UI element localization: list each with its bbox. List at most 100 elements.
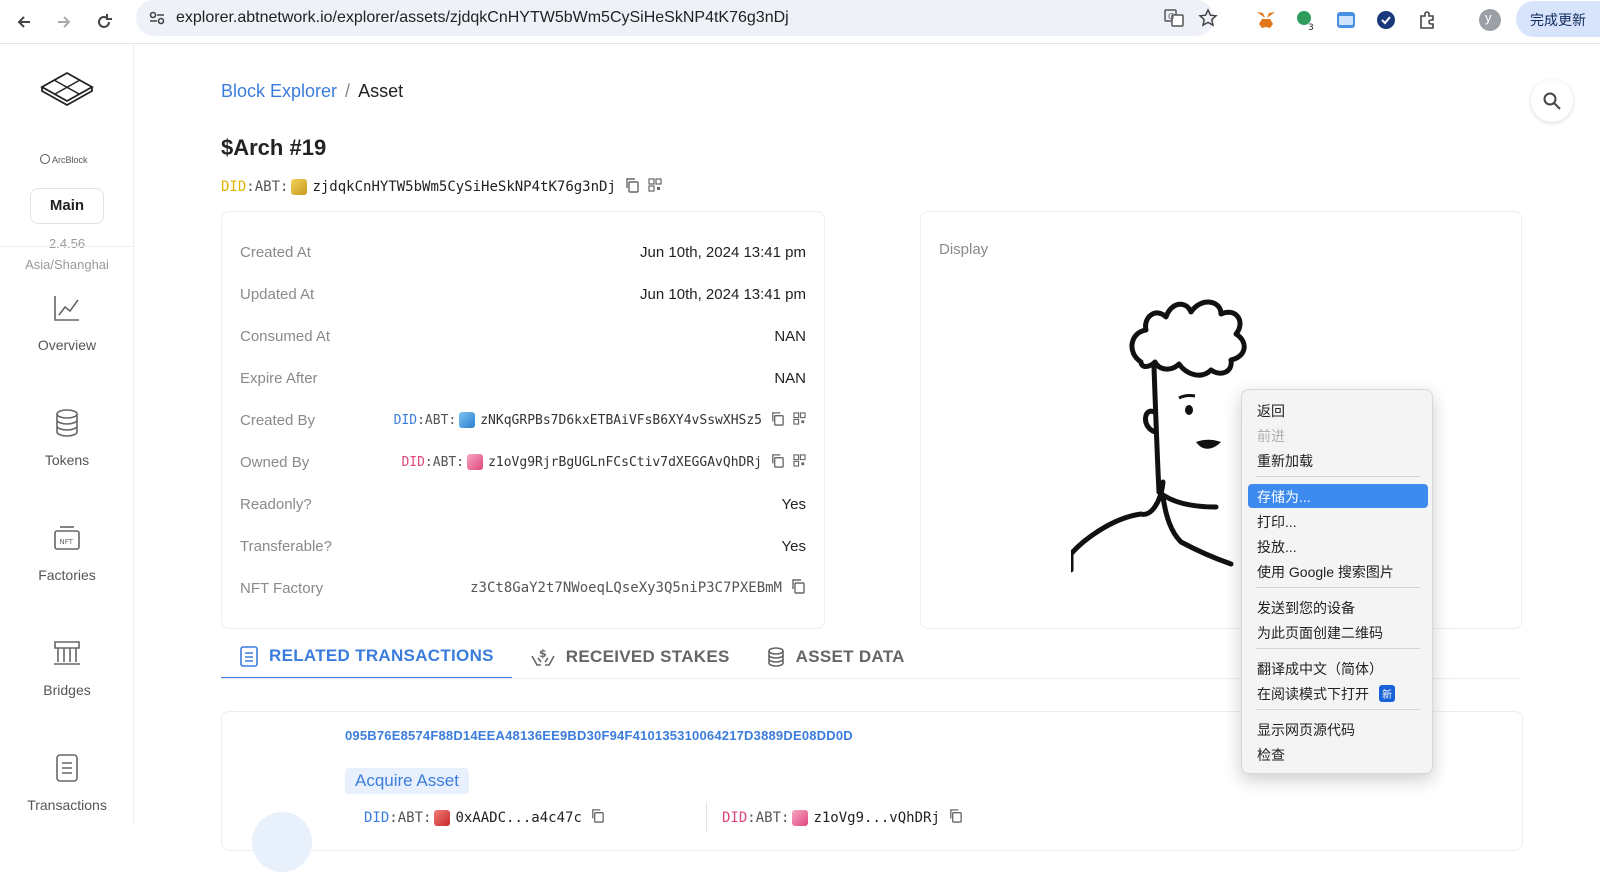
arcblock-logo-icon [40, 71, 94, 107]
detail-label: Consumed At [240, 327, 331, 345]
url-text[interactable]: explorer.abtnetwork.io/explorer/assets/z… [176, 9, 789, 27]
did-value[interactable]: z1oVg9...vQhDRj [813, 810, 939, 826]
sidebar-item-tokens[interactable]: Tokens [0, 408, 134, 468]
tab-label: RELATED TRANSACTIONS [269, 646, 494, 665]
svg-text:3: 3 [1308, 23, 1314, 31]
detail-value: NAN [774, 369, 806, 387]
checkmark-extension-icon[interactable] [1374, 8, 1398, 32]
copy-icon[interactable] [590, 808, 605, 827]
sidebar-item-factories[interactable]: NFT Factories [0, 523, 134, 583]
detail-label: Readonly? [240, 495, 312, 513]
update-button[interactable]: 完成更新 [1516, 1, 1600, 37]
logo-label: ArcBlock [52, 155, 88, 165]
transaction-divider [706, 802, 707, 832]
menu-item-create-qr-code[interactable]: 为此页面创建二维码 [1248, 620, 1428, 644]
qrcode-icon[interactable] [648, 178, 662, 196]
did-value[interactable]: zjdqkCnHYTW5bWm5CySiHeSkNP4tK76g3nDj [312, 179, 615, 195]
transaction-to: DID:ABT: z1oVg9...vQhDRj [722, 808, 963, 827]
tab-label: ASSET DATA [795, 647, 905, 666]
extension-icon[interactable]: 3 [1294, 8, 1318, 32]
asset-details-card: Created At Jun 10th, 2024 13:41 pm Update… [221, 211, 825, 629]
timezone-text: Asia/Shanghai [25, 257, 109, 272]
transaction-hash[interactable]: 095B76E8574F88D14EEA48136EE9BD30F94F4101… [345, 728, 853, 743]
menu-separator [1256, 709, 1420, 710]
qrcode-icon[interactable] [793, 453, 806, 471]
address-bar[interactable]: explorer.abtnetwork.io/explorer/assets/z… [136, 0, 1218, 36]
detail-label: NFT Factory [240, 579, 324, 597]
copy-icon[interactable] [948, 808, 963, 827]
factory-value[interactable]: z3Ct8GaY2t7NWoeqLQseXy3Q5niP3C7PXEBmM [470, 580, 782, 596]
copy-icon[interactable] [790, 578, 806, 598]
detail-row-created-at: Created At Jun 10th, 2024 13:41 pm [240, 240, 806, 264]
breadcrumb-link-explorer[interactable]: Block Explorer [221, 81, 337, 101]
menu-item-reload[interactable]: 重新加载 [1248, 448, 1428, 472]
back-icon[interactable] [10, 8, 38, 36]
menu-item-reading-mode[interactable]: 在阅读模式下打开新 [1248, 681, 1428, 705]
forward-icon[interactable] [50, 8, 78, 36]
detail-row-expire-after: Expire After NAN [240, 366, 806, 390]
did-value[interactable]: z1oVg9RjrBgUGLnFCsCtiv7dXEGGAvQhDRj [488, 455, 762, 470]
menu-item-cast[interactable]: 投放... [1248, 534, 1428, 558]
sidebar-item-overview[interactable]: Overview [0, 293, 134, 353]
detail-label: Updated At [240, 285, 315, 303]
metamask-extension-icon[interactable] [1254, 8, 1278, 32]
detail-row-readonly: Readonly? Yes [240, 492, 806, 516]
menu-item-google-image-search[interactable]: 使用 Google 搜索图片 [1248, 559, 1428, 583]
detail-label: Owned By [240, 453, 310, 471]
sidebar-divider [0, 246, 134, 247]
menu-item-translate[interactable]: 翻译成中文（简体） [1248, 656, 1428, 680]
detail-value: Jun 10th, 2024 13:41 pm [640, 285, 806, 303]
menu-item-print[interactable]: 打印... [1248, 509, 1428, 533]
reload-icon[interactable] [90, 8, 118, 36]
did-prefix: DID [722, 809, 748, 826]
database-icon [56, 409, 78, 437]
tab-received-stakes[interactable]: $ RECEIVED STAKES [512, 635, 748, 679]
menu-item-forward: 前进 [1257, 428, 1285, 444]
nft-icon: NFT [54, 526, 80, 550]
did-type: :ABT: [417, 412, 457, 428]
chart-line-icon [54, 296, 79, 321]
detail-label: Expire After [240, 369, 318, 387]
sidebar-item-bridges[interactable]: Bridges [0, 638, 134, 698]
profile-avatar[interactable]: y [1478, 8, 1502, 32]
receipt-icon [56, 754, 78, 782]
sidebar-item-transactions[interactable]: Transactions [0, 753, 134, 813]
search-button[interactable] [1531, 80, 1573, 122]
menu-separator [1256, 587, 1420, 588]
breadcrumb-separator: / [345, 81, 351, 101]
arcblock-mark-icon [40, 154, 50, 164]
page-title: $Arch #19 [221, 135, 327, 160]
did-type: :ABT: [389, 809, 432, 826]
qrcode-icon[interactable] [793, 411, 806, 429]
copy-icon[interactable] [770, 411, 785, 430]
menu-separator [1256, 648, 1420, 649]
window-extension-icon[interactable] [1334, 8, 1358, 32]
did-type: :ABT: [424, 454, 465, 470]
menu-item-send-to-devices[interactable]: 发送到您的设备 [1248, 595, 1428, 619]
puzzle-extensions-icon[interactable] [1416, 8, 1440, 32]
bookmark-star-icon[interactable] [1198, 8, 1218, 33]
site-settings-icon[interactable] [148, 9, 166, 32]
database-icon [767, 647, 784, 667]
asset-did: DID:ABT: zjdqkCnHYTW5bWm5CySiHeSkNP4tK76… [221, 177, 662, 197]
menu-item-view-source[interactable]: 显示网页源代码 [1248, 717, 1428, 741]
search-icon [1543, 92, 1561, 110]
network-selector[interactable]: Main [30, 188, 104, 224]
did-avatar [467, 454, 484, 470]
new-badge: 新 [1379, 685, 1395, 702]
tab-related-transactions[interactable]: RELATED TRANSACTIONS [221, 635, 512, 679]
breadcrumb-current: Asset [358, 81, 404, 101]
menu-item-inspect[interactable]: 检查 [1248, 742, 1428, 766]
translate-icon[interactable]: G [1164, 8, 1184, 33]
display-label: Display [939, 241, 989, 258]
tab-label: RECEIVED STAKES [565, 647, 730, 666]
copy-icon[interactable] [624, 177, 640, 197]
copy-icon[interactable] [770, 453, 785, 472]
menu-item-save-as[interactable]: 存储为... [1248, 484, 1428, 508]
did-value[interactable]: zNKqGRPBs7D6kxETBAiVFsB6XY4vSswXHSz5 [480, 413, 762, 428]
did-value[interactable]: 0xAADC...a4c47c [455, 810, 581, 826]
menu-item-back[interactable]: 返回 [1248, 398, 1428, 422]
detail-value: Yes [781, 495, 806, 513]
tab-asset-data[interactable]: ASSET DATA [748, 635, 923, 679]
context-menu: 返回 前进 重新加载 存储为... 打印... 投放... 使用 Google … [1241, 389, 1433, 774]
